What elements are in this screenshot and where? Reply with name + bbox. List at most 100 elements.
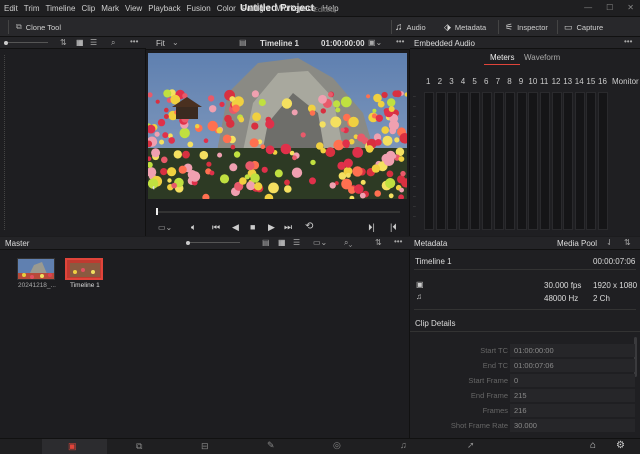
metadata-row: End TC 01:00:07:06	[416, 359, 636, 373]
audio-toggle-button[interactable]: ♫ Audio	[395, 17, 426, 37]
minimize-icon[interactable]: —	[584, 3, 592, 12]
menu-view[interactable]: View	[125, 4, 142, 13]
list-view-icon[interactable]: ☰	[90, 38, 97, 47]
chevron-down-icon[interactable]: ⌄	[172, 38, 179, 47]
menu-playback[interactable]: Playback	[148, 4, 180, 13]
thumbnail-size-track[interactable]	[190, 242, 240, 243]
clip-display-icon[interactable]: ▭⌄	[313, 238, 327, 247]
search-icon[interactable]: ⌕	[111, 38, 115, 48]
play-reverse-icon[interactable]: ◀	[232, 222, 239, 233]
metadata-row-value[interactable]: 30.000	[510, 419, 635, 432]
clip-thumbnail-2[interactable]	[65, 258, 103, 280]
volume-icon[interactable]: 🔈︎	[191, 222, 196, 233]
menu-timeline[interactable]: Timeline	[46, 4, 76, 13]
viewer-mode-icon[interactable]: ▭⌄	[158, 223, 172, 232]
channel-label: 3	[449, 77, 454, 86]
audio-meter	[528, 92, 539, 230]
deliver-page-icon[interactable]: ➚	[467, 440, 475, 451]
maximize-icon[interactable]: ☐	[606, 3, 613, 12]
mark-out-icon[interactable]: |⏴︎	[390, 222, 397, 233]
jump-start-icon[interactable]: ⏮︎	[212, 222, 220, 233]
metadata-header: Metadata Media Pool ⇃ ⇅	[410, 237, 640, 250]
list-view-icon[interactable]: ☰	[293, 238, 300, 247]
audio-meter	[482, 92, 492, 230]
more-options-icon[interactable]: •••	[130, 37, 138, 46]
color-page-icon[interactable]: ◎	[333, 440, 341, 451]
cut-page-icon[interactable]: ⧉	[136, 441, 142, 452]
metadata-row: Start Frame 0	[416, 374, 636, 388]
metadata-row-value[interactable]: 0	[510, 374, 635, 387]
clone-tool-button[interactable]: ⧉ Clone Tool	[16, 17, 61, 37]
viewer-timecode[interactable]: 01:00:00:00	[321, 39, 365, 48]
loop-icon[interactable]: ⟲	[305, 221, 313, 232]
menu-clip[interactable]: Clip	[81, 4, 95, 13]
metadata-row-value[interactable]: 01:00:00:00	[510, 344, 635, 357]
grid-view-icon[interactable]: ▦	[76, 38, 84, 47]
audio-meter	[586, 92, 597, 230]
metadata-audio-channels: 2 Ch	[593, 294, 610, 303]
tab-meters[interactable]: Meters	[490, 53, 514, 62]
fusion-page-icon[interactable]: ✎	[267, 440, 275, 451]
metadata-clip-name: Timeline 1	[415, 257, 452, 266]
menu-mark[interactable]: Mark	[101, 4, 119, 13]
channel-label: 16	[598, 77, 607, 86]
audio-meter	[540, 92, 550, 230]
metadata-source-select[interactable]: Media Pool	[557, 239, 597, 248]
fairlight-page-icon[interactable]: ♫	[400, 440, 407, 450]
home-icon[interactable]: ⌂	[590, 440, 596, 451]
page-media-button[interactable]: ▣	[42, 439, 107, 454]
viewer-options-icon[interactable]: ▣⌄	[368, 38, 382, 47]
video-frame: ◖	[148, 53, 407, 199]
capture-label: Capture	[576, 22, 604, 32]
tab-waveform[interactable]: Waveform	[524, 53, 560, 62]
gear-icon[interactable]: ⚙	[616, 440, 625, 451]
metadata-row-value[interactable]: 215	[510, 389, 635, 402]
inspector-toggle-button[interactable]: ⚟ Inspector	[505, 17, 548, 37]
jump-end-icon[interactable]: ⏭︎	[284, 222, 292, 233]
clip-thumbnail-1[interactable]	[17, 258, 55, 280]
audio-meter	[598, 92, 608, 230]
audio-panel-header: Embedded Audio •••	[410, 37, 640, 49]
clip-label-2: Timeline 1	[70, 282, 100, 289]
viewer-zoom-select[interactable]: Fit	[156, 39, 165, 48]
sort-icon[interactable]: ⇅	[375, 238, 382, 247]
sort-icon[interactable]: ⇅	[60, 38, 67, 47]
source-viewer-panel: Fit ⌄ ▤ Timeline 1 01:00:00:00 ▣⌄ ••• ◖	[146, 37, 410, 236]
camera-icon: ▭	[564, 21, 573, 32]
channel-label: 2	[437, 77, 443, 86]
clip-view-icon[interactable]: ▤	[239, 38, 247, 47]
video-frame-image	[148, 53, 407, 199]
search-icon[interactable]: ⌕⌄	[344, 238, 352, 248]
menu-fusion[interactable]: Fusion	[187, 4, 211, 13]
project-edited-status: Edited	[313, 5, 335, 14]
scrubber-track[interactable]	[156, 211, 400, 213]
capture-toggle-button[interactable]: ▭ Capture	[564, 17, 603, 37]
metadata-view-icon[interactable]: ▤	[262, 238, 270, 247]
metadata-row-value[interactable]: 216	[510, 404, 635, 417]
close-icon[interactable]: ✕	[627, 3, 634, 12]
grid-view-icon[interactable]: ▦	[278, 238, 286, 247]
inspector-label: Inspector	[517, 22, 548, 32]
audio-meter	[563, 92, 574, 230]
menu-trim[interactable]: Trim	[24, 4, 40, 13]
play-icon[interactable]: ▶	[268, 222, 275, 233]
metadata-row-label: Start TC	[480, 346, 508, 355]
metadata-toggle-button[interactable]: ⬗ Metadata	[444, 17, 486, 37]
metadata-row-value[interactable]: 01:00:07:06	[510, 359, 635, 372]
timeline-thumbnail-image	[67, 260, 101, 278]
more-options-icon[interactable]: •••	[394, 237, 402, 246]
stop-icon[interactable]: ■	[250, 222, 255, 232]
more-options-icon[interactable]: •••	[624, 37, 632, 46]
bin-title: Master	[5, 239, 30, 248]
playhead[interactable]	[156, 208, 158, 215]
more-options-icon[interactable]: •••	[396, 37, 404, 46]
zoom-slider-track[interactable]	[8, 42, 48, 43]
menu-edit[interactable]: Edit	[4, 4, 18, 13]
media-browser-header: ⇅ ▦ ☰ ⌕ •••	[0, 37, 146, 49]
menu-color[interactable]: Color	[217, 4, 236, 13]
mark-in-icon[interactable]: ⏵︎|	[368, 222, 375, 233]
media-page-icon: ▣	[68, 441, 77, 451]
sort-order-icon[interactable]: ⇅	[624, 238, 631, 247]
edit-page-icon[interactable]: ⊟	[201, 441, 209, 452]
sort-icon[interactable]: ⇃	[606, 238, 613, 247]
